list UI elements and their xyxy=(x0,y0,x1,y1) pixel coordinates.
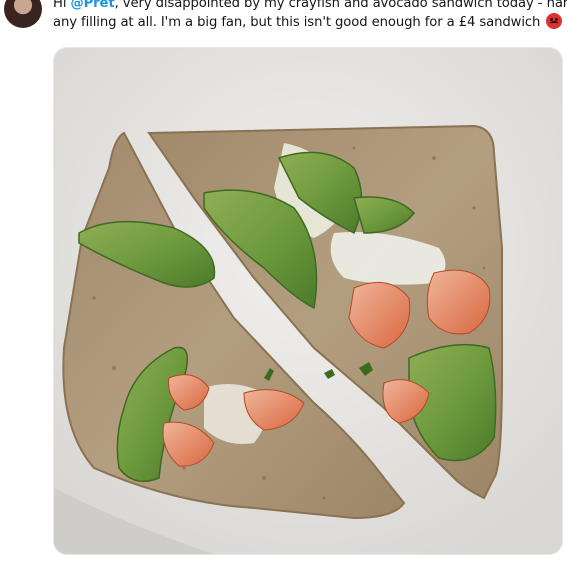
tweet-photo[interactable] xyxy=(53,47,563,555)
tweet-line-2-text: any filling at all. I'm a big fan, but t… xyxy=(53,15,541,30)
tweet-line-2: any filling at all. I'm a big fan, but t… xyxy=(53,13,563,32)
sandwich-photo xyxy=(54,48,562,554)
tweet-prefix: Hi xyxy=(53,0,71,11)
tweet-line-1-suffix: , very disappointed by my crayfish and a… xyxy=(114,0,567,11)
user-avatar[interactable] xyxy=(4,0,42,28)
angry-face-icon xyxy=(546,13,563,29)
tweet-text: Hi @Pret, very disappointed by my crayfi… xyxy=(53,0,567,32)
mention-link[interactable]: @Pret xyxy=(70,0,114,11)
tweet-line-1: Hi @Pret, very disappointed by my crayfi… xyxy=(53,0,567,13)
